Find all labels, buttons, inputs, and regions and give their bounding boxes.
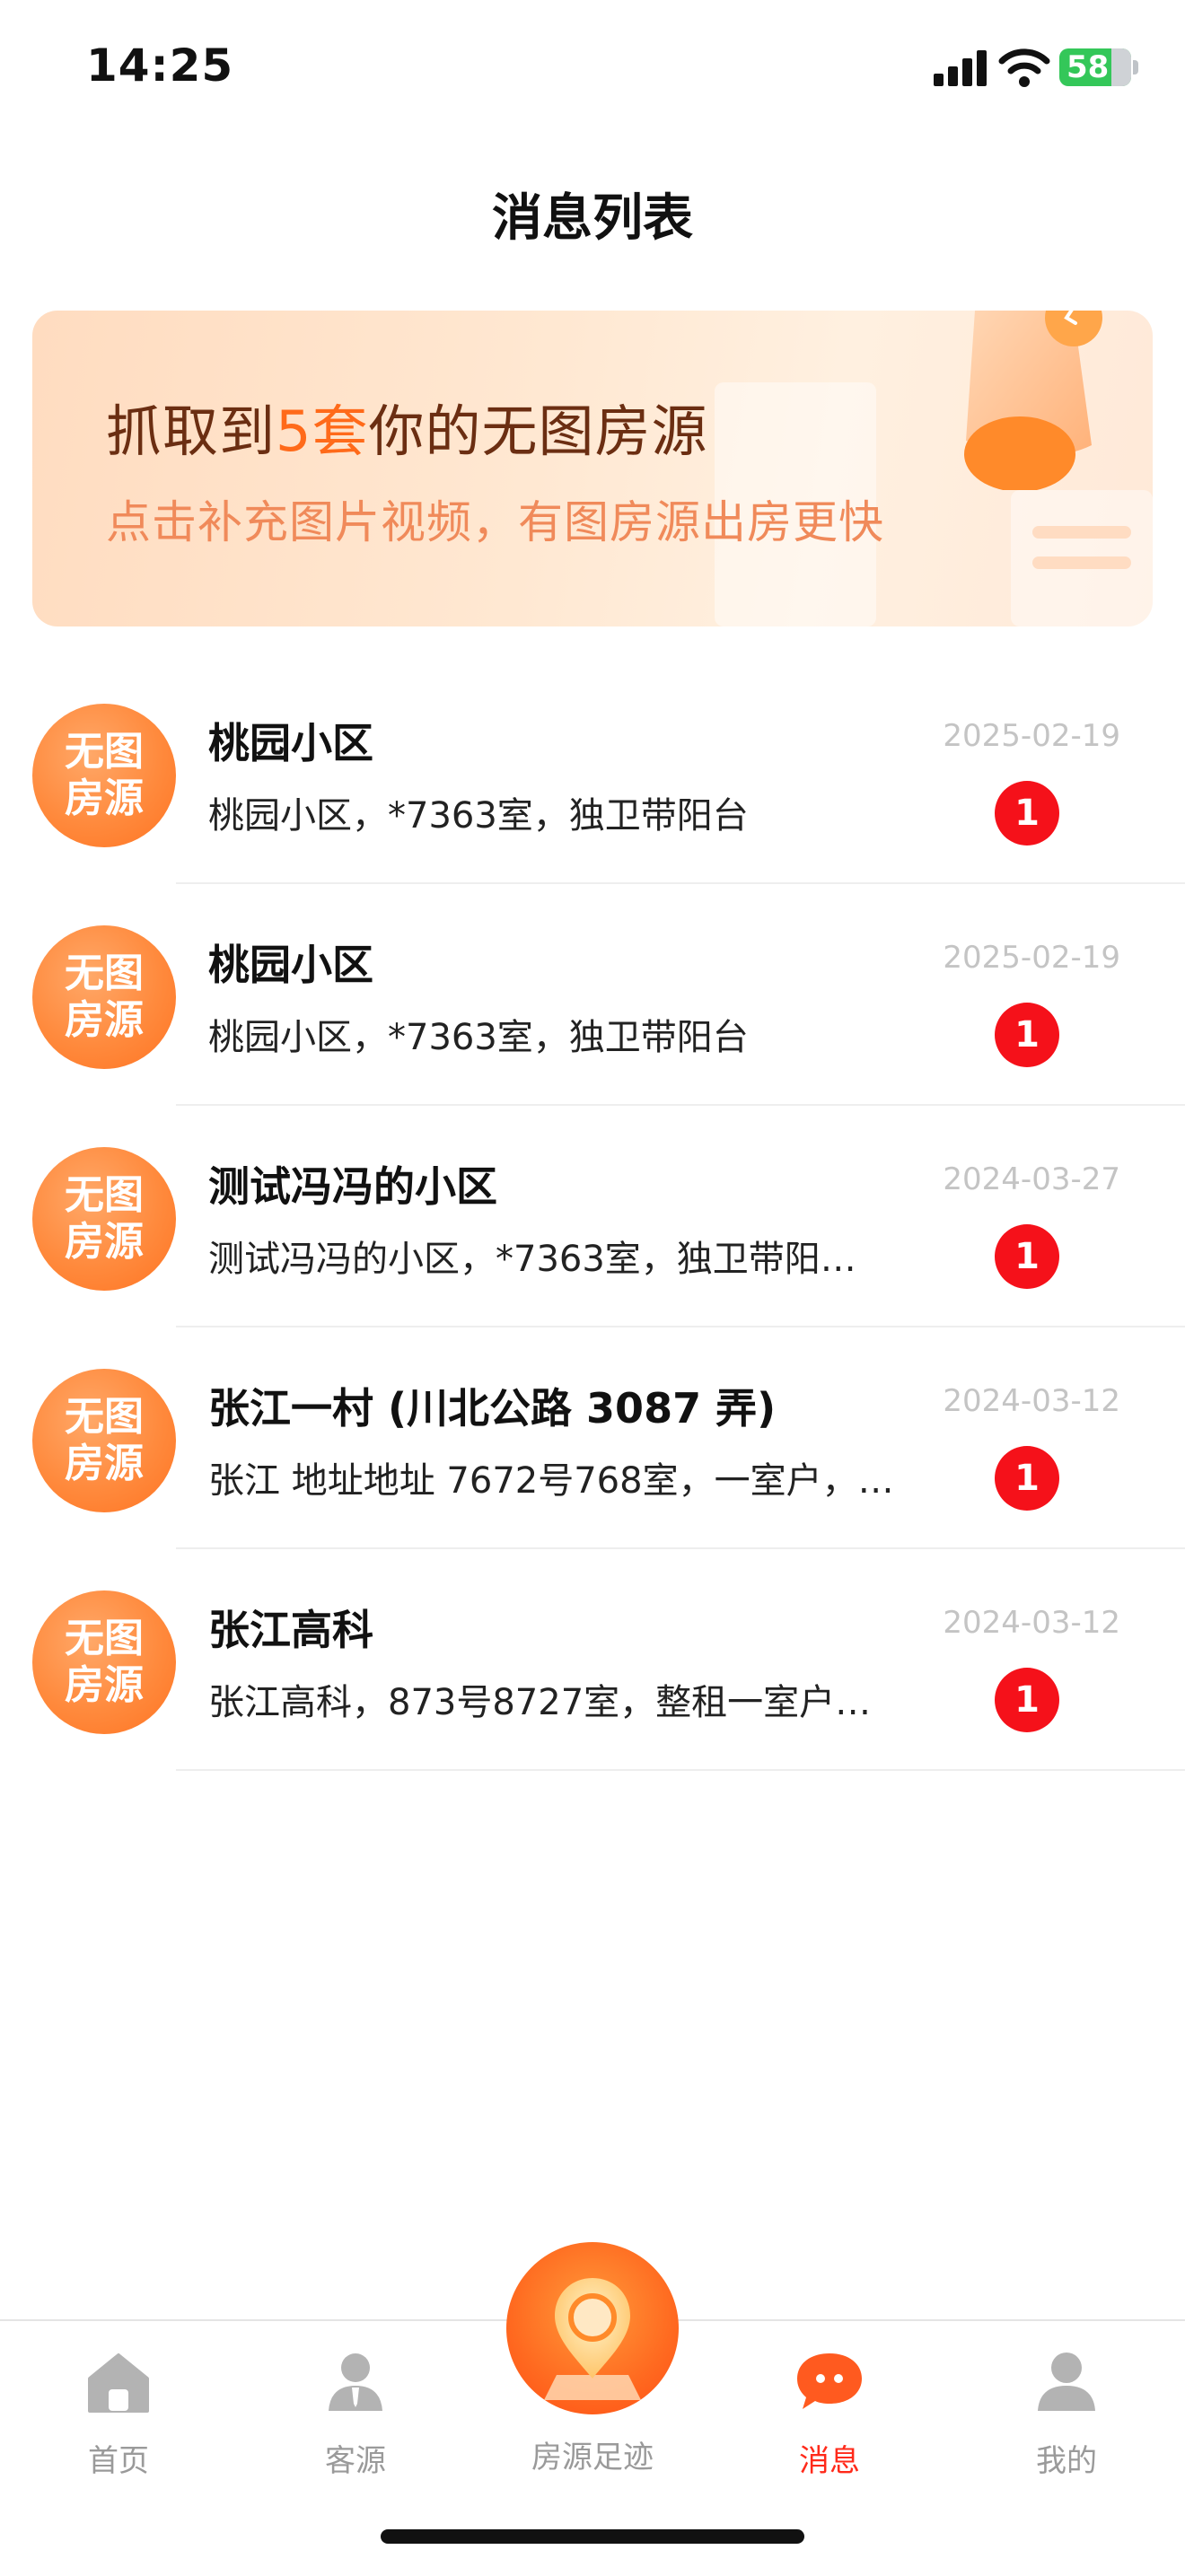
banner-card-decoration <box>1011 490 1153 626</box>
message-item[interactable]: 无图 房源 测试冯冯的小区 测试冯冯的小区，*7363室，独卫带阳… 2024-0… <box>0 1106 1185 1327</box>
message-description: 张江 地址地址 7672号768室，一室户，… <box>208 1460 894 1502</box>
status-bar: 14:25 58 <box>0 0 1185 135</box>
chat-bubble-icon <box>797 2353 862 2409</box>
status-time: 14:25 <box>86 39 234 92</box>
message-description: 测试冯冯的小区，*7363室，独卫带阳… <box>208 1239 856 1280</box>
message-list: 无图 房源 桃园小区 桃园小区，*7363室，独卫带阳台 2025-02-19 1… <box>0 662 1185 1771</box>
client-icon <box>329 2353 382 2411</box>
tab-label: 房源足迹 <box>531 2440 654 2475</box>
message-date: 2024-03-12 <box>943 1605 1120 1641</box>
no-photo-avatar: 无图 房源 <box>32 1590 176 1734</box>
message-date: 2025-02-19 <box>943 940 1120 976</box>
message-description: 张江高科，873号8727室，整租一室户… <box>208 1682 872 1723</box>
message-title: 桃园小区 <box>208 941 373 989</box>
tab-label: 客源 <box>325 2443 386 2479</box>
message-date: 2024-03-27 <box>943 1161 1120 1197</box>
message-description: 桃园小区，*7363室，独卫带阳台 <box>208 1017 749 1058</box>
unread-badge: 1 <box>995 1224 1059 1289</box>
message-date: 2024-03-12 <box>943 1383 1120 1419</box>
message-title: 张江高科 <box>208 1606 373 1654</box>
banner-subtitle: 点击补充图片视频，有图房源出房更快 <box>106 496 884 548</box>
no-photo-avatar: 无图 房源 <box>32 1369 176 1512</box>
no-photo-avatar: 无图 房源 <box>32 1147 176 1291</box>
tab-label: 我的 <box>1036 2443 1097 2479</box>
map-pin-icon <box>544 2278 641 2400</box>
home-icon <box>88 2353 149 2413</box>
tab-profile[interactable]: 我的 <box>948 2348 1185 2480</box>
wifi-icon <box>998 48 1050 87</box>
tab-messages[interactable]: 消息 <box>711 2348 948 2480</box>
divider <box>176 1769 1185 1771</box>
cellular-signal-icon <box>934 50 989 86</box>
unread-badge: 1 <box>995 1446 1059 1511</box>
message-title: 测试冯冯的小区 <box>208 1162 497 1211</box>
listing-footprint-center-button[interactable] <box>506 2242 679 2414</box>
tab-clients[interactable]: 客源 <box>237 2348 474 2480</box>
no-photo-listings-banner[interactable]: 抓取到5套你的无图房源 点击补充图片视频，有图房源出房更快 <box>32 311 1153 626</box>
banner-count: 5套 <box>276 399 369 464</box>
home-indicator <box>381 2529 804 2544</box>
unread-badge: 1 <box>995 1003 1059 1067</box>
message-title: 张江一村 (川北公路 3087 弄) <box>208 1384 777 1433</box>
message-item[interactable]: 无图 房源 张江高科 张江高科，873号8727室，整租一室户… 2024-03-… <box>0 1549 1185 1771</box>
message-date: 2025-02-19 <box>943 718 1120 754</box>
banner-title: 抓取到5套你的无图房源 <box>106 399 708 464</box>
page-title: 消息列表 <box>492 189 693 248</box>
bell-icon <box>964 311 1102 490</box>
unread-badge: 1 <box>995 1668 1059 1732</box>
battery-icon: 58 <box>1059 48 1138 86</box>
message-item[interactable]: 无图 房源 桃园小区 桃园小区，*7363室，独卫带阳台 2025-02-19 1 <box>0 662 1185 884</box>
tab-home[interactable]: 首页 <box>0 2348 237 2480</box>
no-photo-avatar: 无图 房源 <box>32 925 176 1069</box>
tab-label: 消息 <box>799 2443 860 2479</box>
tab-label: 首页 <box>88 2443 149 2479</box>
profile-icon <box>1038 2353 1095 2411</box>
no-photo-avatar: 无图 房源 <box>32 704 176 847</box>
message-item[interactable]: 无图 房源 张江一村 (川北公路 3087 弄) 张江 地址地址 7672号768… <box>0 1327 1185 1549</box>
battery-level: 58 <box>1066 49 1110 85</box>
message-item[interactable]: 无图 房源 桃园小区 桃园小区，*7363室，独卫带阳台 2025-02-19 1 <box>0 884 1185 1106</box>
message-title: 桃园小区 <box>208 719 373 767</box>
unread-badge: 1 <box>995 781 1059 846</box>
message-description: 桃园小区，*7363室，独卫带阳台 <box>208 795 749 837</box>
